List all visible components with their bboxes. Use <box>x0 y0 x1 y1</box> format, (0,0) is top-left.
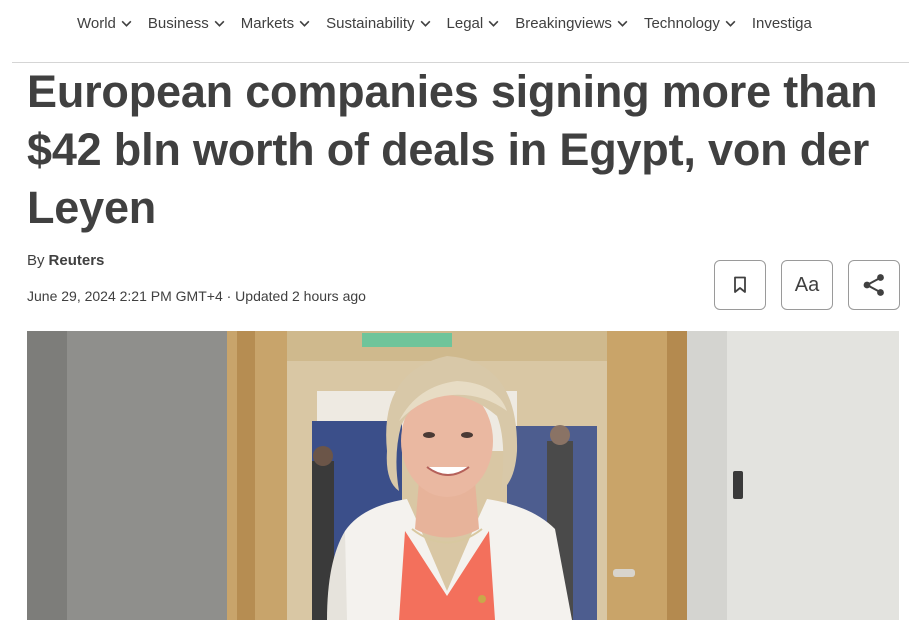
nav-item-technology[interactable]: Technology <box>644 15 737 32</box>
nav-item-investigations[interactable]: Investiga <box>752 15 812 32</box>
nav-item-label: Legal <box>446 15 484 32</box>
nav-item-breakingviews[interactable]: Breakingviews <box>515 15 629 32</box>
chevron-down-icon <box>213 17 226 30</box>
byline-prefix: By <box>27 252 45 269</box>
nav-item-label: Markets <box>240 15 295 32</box>
nav-item-label: Technology <box>643 15 720 32</box>
article-dateline: June 29, 2024 2:21 PM GMT+4 · Updated 2 … <box>27 288 366 304</box>
chevron-down-icon <box>120 17 133 30</box>
font-size-label: Aa <box>794 273 820 296</box>
nav-item-label: Breakingviews <box>515 15 612 32</box>
byline: By Reuters <box>27 252 104 269</box>
chevron-down-icon <box>298 17 311 30</box>
nav-item-label: Investiga <box>751 15 812 32</box>
chevron-down-icon <box>616 17 629 30</box>
top-navigation: World Business Markets Sustainability Le… <box>0 0 909 62</box>
bookmark-button[interactable] <box>714 260 766 310</box>
nav-item-label: Sustainability <box>326 15 415 32</box>
nav-item-business[interactable]: Business <box>148 15 226 32</box>
byline-author[interactable]: Reuters <box>49 252 105 269</box>
share-button[interactable] <box>848 260 900 310</box>
bookmark-icon <box>733 276 747 294</box>
font-size-button[interactable]: Aa <box>781 260 833 310</box>
article-headline: European companies signing more than $42… <box>27 66 878 233</box>
article-photo <box>27 331 899 620</box>
chevron-down-icon <box>419 17 432 30</box>
nav-item-label: Business <box>147 15 209 32</box>
nav-item-world[interactable]: World <box>77 15 133 32</box>
nav-item-label: World <box>77 15 116 32</box>
chevron-down-icon <box>724 17 737 30</box>
nav-item-markets[interactable]: Markets <box>241 15 311 32</box>
share-icon <box>861 273 887 297</box>
nav-item-sustainability[interactable]: Sustainability <box>326 15 431 32</box>
chevron-down-icon <box>487 17 500 30</box>
nav-list: World Business Markets Sustainability Le… <box>77 15 827 32</box>
nav-item-legal[interactable]: Legal <box>447 15 501 32</box>
